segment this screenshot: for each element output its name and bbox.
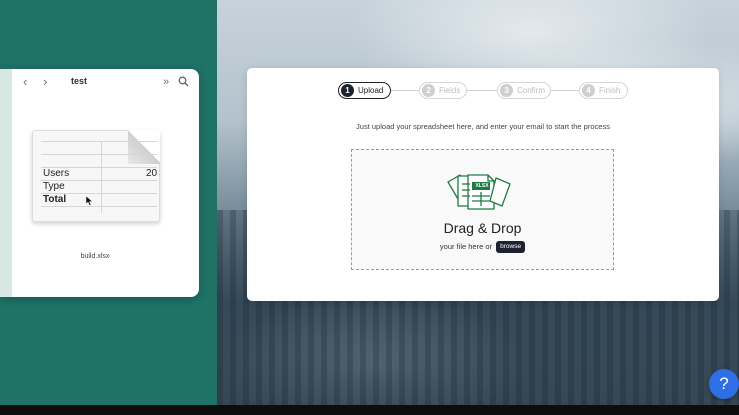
finder-title: test <box>71 76 88 86</box>
sheet-cell-value: 20 <box>146 168 158 179</box>
chevron-right-icon[interactable]: › <box>43 74 47 90</box>
dropzone-subtitle: your file here or <box>439 241 493 251</box>
upload-card: 1 Upload 2 Fields 3 Confirm 4 Finish Jus… <box>247 68 719 301</box>
step-confirm[interactable]: 3 Confirm <box>497 82 551 99</box>
sheet-cell-label: Users <box>43 168 70 179</box>
sheet-gridline <box>41 154 157 168</box>
step-number: 1 <box>341 84 354 97</box>
step-connector <box>391 90 419 91</box>
bottom-bar <box>0 405 739 415</box>
step-label: Finish <box>599 86 621 95</box>
step-finish[interactable]: 4 Finish <box>579 82 628 99</box>
step-fields[interactable]: 2 Fields <box>419 82 467 99</box>
finder-window: ‹ › test » Users 20 Type Total build.xls… <box>0 69 199 297</box>
step-number: 3 <box>500 84 513 97</box>
dropzone-subtitle-row: your file here or browse <box>352 241 613 253</box>
step-connector <box>467 90 497 91</box>
mouse-cursor-icon <box>85 195 94 208</box>
finder-sidebar <box>0 69 12 297</box>
chevron-left-icon[interactable]: ‹ <box>23 74 27 90</box>
file-dropzone[interactable]: XLSX Drag & Drop your file here or brows… <box>351 149 614 270</box>
sheet-gridline <box>41 206 157 220</box>
browse-button[interactable]: browse <box>496 241 526 253</box>
xlsx-badge-label: XLSX <box>475 183 489 189</box>
search-icon[interactable] <box>178 75 189 91</box>
double-chevron-right-icon[interactable]: » <box>163 74 169 90</box>
dropzone-title: Drag & Drop <box>443 220 522 236</box>
sheet-cell-label: Type <box>43 181 65 192</box>
help-button[interactable]: ? <box>709 369 739 399</box>
step-number: 4 <box>582 84 595 97</box>
xlsx-file-thumbnail[interactable]: Users 20 Type Total <box>32 130 160 222</box>
step-label: Fields <box>439 86 461 95</box>
file-name-label: build.xlsx <box>80 253 110 260</box>
sheet-gridline <box>41 141 157 155</box>
step-connector <box>551 90 579 91</box>
step-upload[interactable]: 1 Upload <box>338 82 391 99</box>
step-number: 2 <box>422 84 435 97</box>
xlsx-files-icon <box>447 174 511 210</box>
upload-instructions: Just upload your spreadsheet here, and e… <box>356 122 610 131</box>
step-label: Confirm <box>517 86 546 95</box>
step-label: Upload <box>358 86 384 95</box>
sheet-cell-label: Total <box>43 194 67 205</box>
finder-toolbar: ‹ › test » <box>12 69 199 95</box>
